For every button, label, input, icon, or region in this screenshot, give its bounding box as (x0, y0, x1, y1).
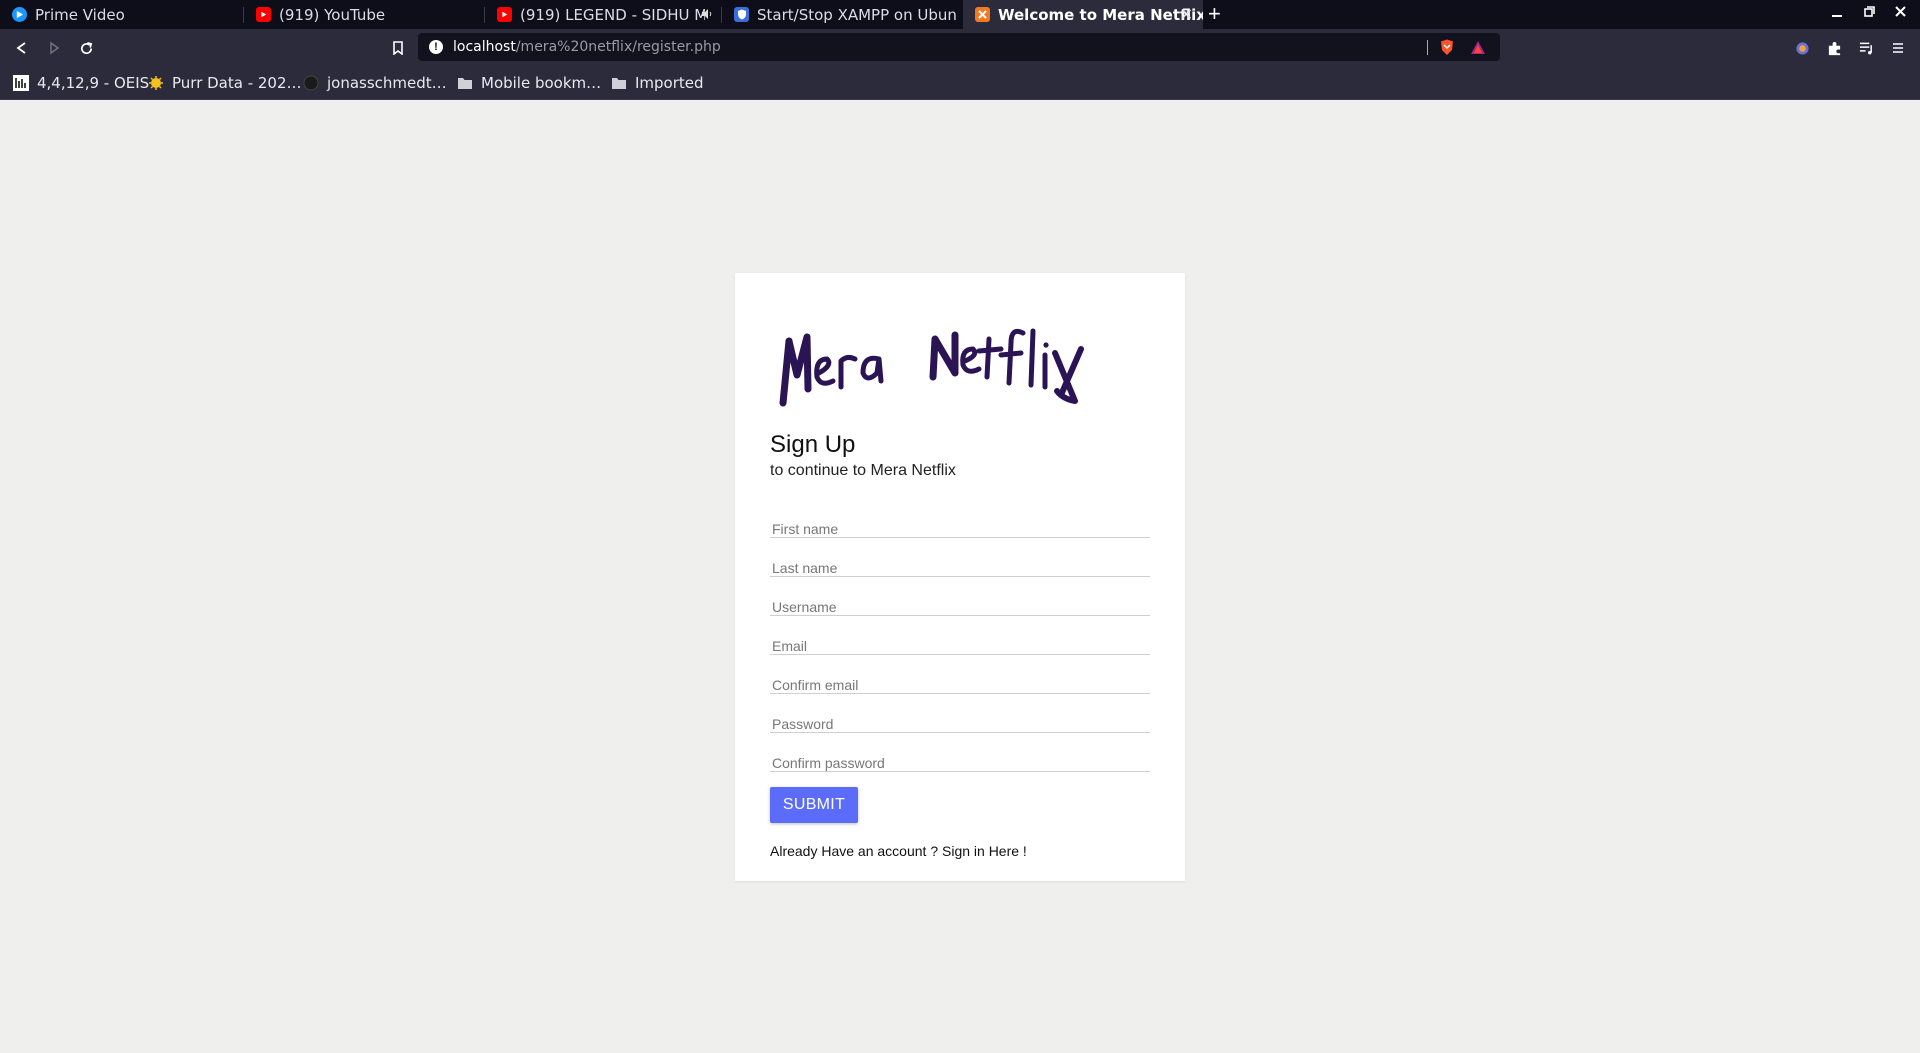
close-window-icon[interactable] (1890, 4, 1910, 20)
bookmark-label: jonasschmedt… (327, 74, 447, 92)
xampp-icon (975, 7, 990, 22)
last-name-field[interactable] (770, 547, 1150, 577)
tab-youtube-legend[interactable]: (919) LEGEND - SIDHU MOOSE WALA (485, 0, 721, 29)
folder-icon (457, 75, 473, 91)
submit-button[interactable]: SUBMIT (770, 787, 858, 823)
browser-toolbar: ! localhost/mera%20netflix/register.php (0, 29, 1920, 66)
bookmark-folder-mobile[interactable]: Mobile bookm… (457, 74, 601, 92)
url-host: localhost (453, 39, 516, 55)
url-text[interactable]: localhost/mera%20netflix/register.php (453, 39, 721, 55)
youtube-icon (256, 7, 271, 22)
tab-prime-video[interactable]: Prime Video (0, 0, 243, 29)
address-bar[interactable]: ! localhost/mera%20netflix/register.php (418, 33, 1500, 61)
page-title: Sign Up (770, 431, 856, 458)
reload-icon[interactable] (76, 38, 96, 58)
github-icon (303, 75, 319, 91)
username-field[interactable] (770, 586, 1150, 616)
back-icon[interactable] (12, 38, 32, 58)
tab-youtube[interactable]: (919) YouTube (244, 0, 484, 29)
password-field[interactable] (770, 703, 1150, 733)
new-tab-button[interactable]: + (1208, 2, 1221, 26)
bookmark-label: Mobile bookm… (481, 74, 602, 92)
restore-icon[interactable] (1859, 4, 1879, 20)
tab-title: (919) YouTube (279, 5, 386, 24)
wallet-icon[interactable] (1792, 38, 1812, 58)
tab-title: Welcome to Mera Netflix (998, 5, 1203, 24)
signin-link[interactable]: Already Have an account ? Sign in Here ! (770, 843, 1027, 859)
tab-xampp-ubuntu[interactable]: Start/Stop XAMPP on Ubuntu (722, 0, 962, 29)
bookmark-label: Purr Data - 202… (172, 74, 302, 92)
confirm-email-field[interactable] (770, 664, 1150, 694)
forward-icon[interactable] (44, 38, 64, 58)
confirm-password-field[interactable] (770, 742, 1150, 772)
tab-title: (919) LEGEND - SIDHU MOOSE WALA (520, 5, 705, 24)
tab-strip: Prime Video (919) YouTube (919) LEGEND -… (0, 0, 1920, 29)
bookmark-purr-data[interactable]: Purr Data - 202… (148, 74, 302, 92)
bookmark-folder-imported[interactable]: Imported (611, 74, 704, 92)
address-separator (1427, 40, 1428, 55)
url-path: /mera%20netflix/register.php (515, 39, 721, 55)
brave-rewards-icon[interactable] (1470, 40, 1486, 60)
email-field[interactable] (770, 625, 1150, 655)
brave-shields-icon[interactable] (1439, 39, 1455, 61)
signin-link-row: Already Have an account ? Sign in Here ! (770, 843, 1027, 859)
oeis-icon (13, 75, 29, 91)
mera-netflix-logo (779, 328, 1084, 407)
bookmarks-bar: 4,4,12,9 - OEIS Purr Data - 202… jonassc… (0, 66, 1920, 100)
close-tab-icon[interactable]: ✕ (1180, 5, 1193, 24)
folder-icon (611, 75, 627, 91)
bookmark-oeis[interactable]: 4,4,12,9 - OEIS (13, 74, 149, 92)
minimize-icon[interactable] (1827, 4, 1847, 21)
menu-icon[interactable] (1888, 38, 1908, 58)
shield-icon (734, 7, 749, 22)
media-queue-icon[interactable] (1856, 38, 1876, 58)
youtube-icon (497, 7, 512, 22)
signup-card: Sign Up to continue to Mera Netflix SUBM… (735, 273, 1185, 881)
speaker-icon[interactable] (701, 6, 713, 24)
bookmark-label: Imported (635, 74, 704, 92)
extensions-icon[interactable] (1824, 38, 1844, 58)
tab-title: Start/Stop XAMPP on Ubuntu (757, 5, 957, 24)
bookmark-icon[interactable] (388, 38, 408, 58)
page-subtitle: to continue to Mera Netflix (770, 462, 956, 479)
bookmark-label: 4,4,12,9 - OEIS (37, 74, 150, 92)
tab-title: Prime Video (35, 5, 125, 24)
bookmark-github[interactable]: jonasschmedt… (303, 74, 447, 92)
prime-video-icon (12, 7, 27, 22)
first-name-field[interactable] (770, 508, 1150, 538)
tab-mera-netflix[interactable]: Welcome to Mera Netflix ✕ (963, 0, 1203, 29)
purr-data-icon (148, 75, 164, 91)
site-info-icon[interactable]: ! (429, 40, 443, 54)
